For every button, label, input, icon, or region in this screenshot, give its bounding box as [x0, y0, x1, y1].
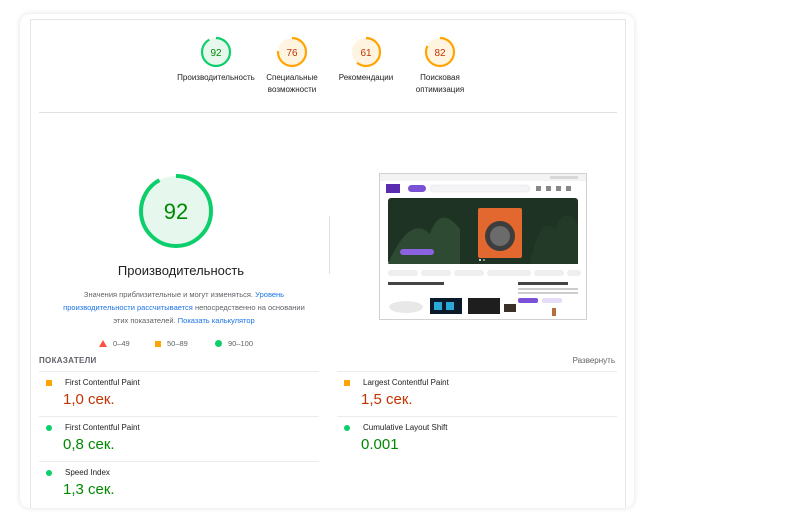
score-value: 61	[360, 48, 372, 59]
metric-cls: Cumulative Layout Shift 0.001	[337, 416, 617, 461]
pass-circle-icon	[46, 425, 52, 431]
metric-lcp: Largest Contentful Paint 1,5 сек.	[337, 371, 617, 416]
metrics-heading: ПОКАЗАТЕЛИ	[39, 356, 97, 365]
score-value: 92	[210, 48, 222, 59]
page-screenshot	[379, 173, 587, 320]
metric-fcp-2: First Contentful Paint 0,8 сек.	[39, 416, 319, 461]
average-square-icon	[344, 380, 350, 386]
metric-name: First Contentful Paint	[65, 378, 140, 387]
metric-value: 0.001	[361, 436, 399, 453]
metric-value: 1,5 сек.	[361, 391, 413, 408]
triangle-icon	[99, 340, 107, 347]
desc-text: Значения приблизительные и могут изменят…	[83, 290, 254, 299]
metric-value: 1,0 сек.	[63, 391, 115, 408]
metric-name: Largest Contentful Paint	[363, 378, 449, 387]
performance-score-value: 92	[164, 199, 188, 224]
metric-fcp: First Contentful Paint 1,0 сек.	[39, 371, 319, 416]
score-gauge: 76	[276, 36, 308, 68]
metric-name: Cumulative Layout Shift	[363, 423, 448, 432]
expand-button[interactable]: Развернуть	[573, 356, 615, 365]
pass-circle-icon	[46, 470, 52, 476]
legend-label: 0–49	[113, 339, 130, 348]
legend-fail: 0–49	[99, 339, 130, 348]
performance-gauge: 92	[139, 174, 213, 248]
metric-value: 1,3 сек.	[63, 481, 115, 498]
legend-average: 50–89	[155, 339, 188, 348]
legend-label: 50–89	[167, 339, 188, 348]
score-gauge: 92	[200, 36, 232, 68]
metric-value: 0,8 сек.	[63, 436, 115, 453]
score-value: 82	[434, 48, 446, 59]
pass-circle-icon	[344, 425, 350, 431]
average-square-icon	[46, 380, 52, 386]
performance-description: Значения приблизительные и могут изменят…	[59, 288, 309, 327]
calculator-link[interactable]: Показать калькулятор	[178, 316, 255, 325]
report-inner: 92 Производительность 76 Специальные воз…	[30, 19, 626, 508]
divider	[39, 112, 617, 113]
vertical-separator	[329, 216, 330, 274]
legend-label: 90–100	[228, 339, 254, 348]
metric-name: First Contentful Paint	[65, 423, 140, 432]
score-value: 76	[286, 48, 298, 59]
score-gauge: 61	[350, 36, 382, 68]
circle-icon	[215, 340, 222, 347]
score-gauge: 82	[424, 36, 456, 68]
metric-speed-index: Speed Index 1,3 сек.	[39, 461, 319, 506]
metric-name: Speed Index	[65, 468, 110, 477]
report-card: 92 Производительность 76 Специальные воз…	[20, 14, 634, 508]
score-label: Поисковая оптимизация	[415, 73, 465, 94]
performance-title: Производительность	[117, 263, 245, 278]
square-icon	[155, 340, 161, 347]
screenshot-image	[380, 174, 586, 319]
legend-pass: 90–100	[215, 339, 253, 348]
score-seo-tab[interactable]: 82 Поисковая оптимизация	[395, 36, 485, 96]
